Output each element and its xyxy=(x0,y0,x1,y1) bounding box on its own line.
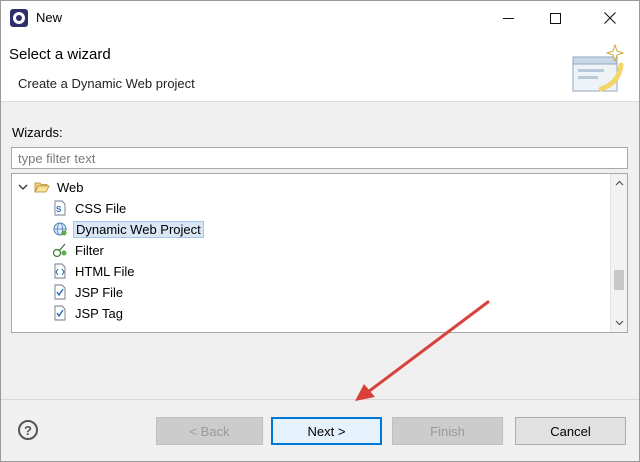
tree-item-label: HTML File xyxy=(75,263,135,279)
tree-item-dynamic-web-project[interactable]: Dynamic Web Project xyxy=(52,219,204,239)
tree-item-filter[interactable]: Filter xyxy=(52,240,106,260)
tree-folder-web[interactable]: Web xyxy=(18,177,86,197)
maximize-button[interactable] xyxy=(532,1,578,35)
cancel-button[interactable]: Cancel xyxy=(515,417,626,445)
maximize-icon xyxy=(549,12,561,24)
globe-project-icon xyxy=(52,221,68,237)
close-icon xyxy=(604,12,616,24)
css-file-icon: S xyxy=(52,200,68,216)
minimize-icon xyxy=(502,17,514,19)
help-button[interactable]: ? xyxy=(18,420,38,440)
tree-item-label: Filter xyxy=(75,242,104,258)
tree-item-label: Dynamic Web Project xyxy=(73,220,204,238)
back-button[interactable]: < Back xyxy=(156,417,263,445)
scroll-thumb[interactable] xyxy=(614,270,624,290)
wizard-tree[interactable]: Web S CSS File Dynamic Web Project Filte… xyxy=(11,173,628,333)
jsp-tag-icon xyxy=(52,305,68,321)
tree-item-jsp-tag[interactable]: JSP Tag xyxy=(52,303,125,323)
tree-item-jsp-file[interactable]: JSP File xyxy=(52,282,125,302)
minimize-button[interactable] xyxy=(485,1,531,35)
tree-item-html-file[interactable]: HTML File xyxy=(52,261,136,281)
title-bar: New xyxy=(1,1,639,35)
chevron-up-icon xyxy=(615,180,623,186)
tree-item-label: CSS File xyxy=(75,200,127,216)
next-button[interactable]: Next > xyxy=(271,417,382,445)
page-description: Create a Dynamic Web project xyxy=(18,76,195,91)
scroll-up-button[interactable] xyxy=(611,175,627,191)
scroll-down-button[interactable] xyxy=(611,315,627,331)
page-title: Select a wizard xyxy=(9,46,111,63)
close-button[interactable] xyxy=(587,1,633,35)
jsp-file-icon xyxy=(52,284,68,300)
footer-separator xyxy=(1,399,639,400)
tree-item-css-file[interactable]: S CSS File xyxy=(52,198,128,218)
wizards-label: Wizards: xyxy=(12,125,63,140)
chevron-down-icon[interactable] xyxy=(18,182,28,192)
wizard-banner-icon xyxy=(572,43,625,92)
tree-item-label: JSP Tag xyxy=(75,305,123,321)
tree-scrollbar[interactable] xyxy=(610,174,627,332)
chevron-down-icon xyxy=(615,320,623,326)
eclipse-app-icon xyxy=(10,9,28,27)
finish-button[interactable]: Finish xyxy=(392,417,503,445)
svg-text:S: S xyxy=(56,205,62,214)
wizard-banner: Select a wizard Create a Dynamic Web pro… xyxy=(1,35,639,102)
tree-folder-label: Web xyxy=(57,179,84,195)
html-file-icon xyxy=(52,263,68,279)
folder-open-icon xyxy=(34,179,50,195)
filter-input[interactable] xyxy=(11,147,628,169)
tree-item-label: JSP File xyxy=(75,284,124,300)
new-wizard-dialog: New Select a wizard Create a Dynamic Web… xyxy=(0,0,640,462)
filter-icon xyxy=(52,242,68,258)
window-title: New xyxy=(36,10,63,25)
